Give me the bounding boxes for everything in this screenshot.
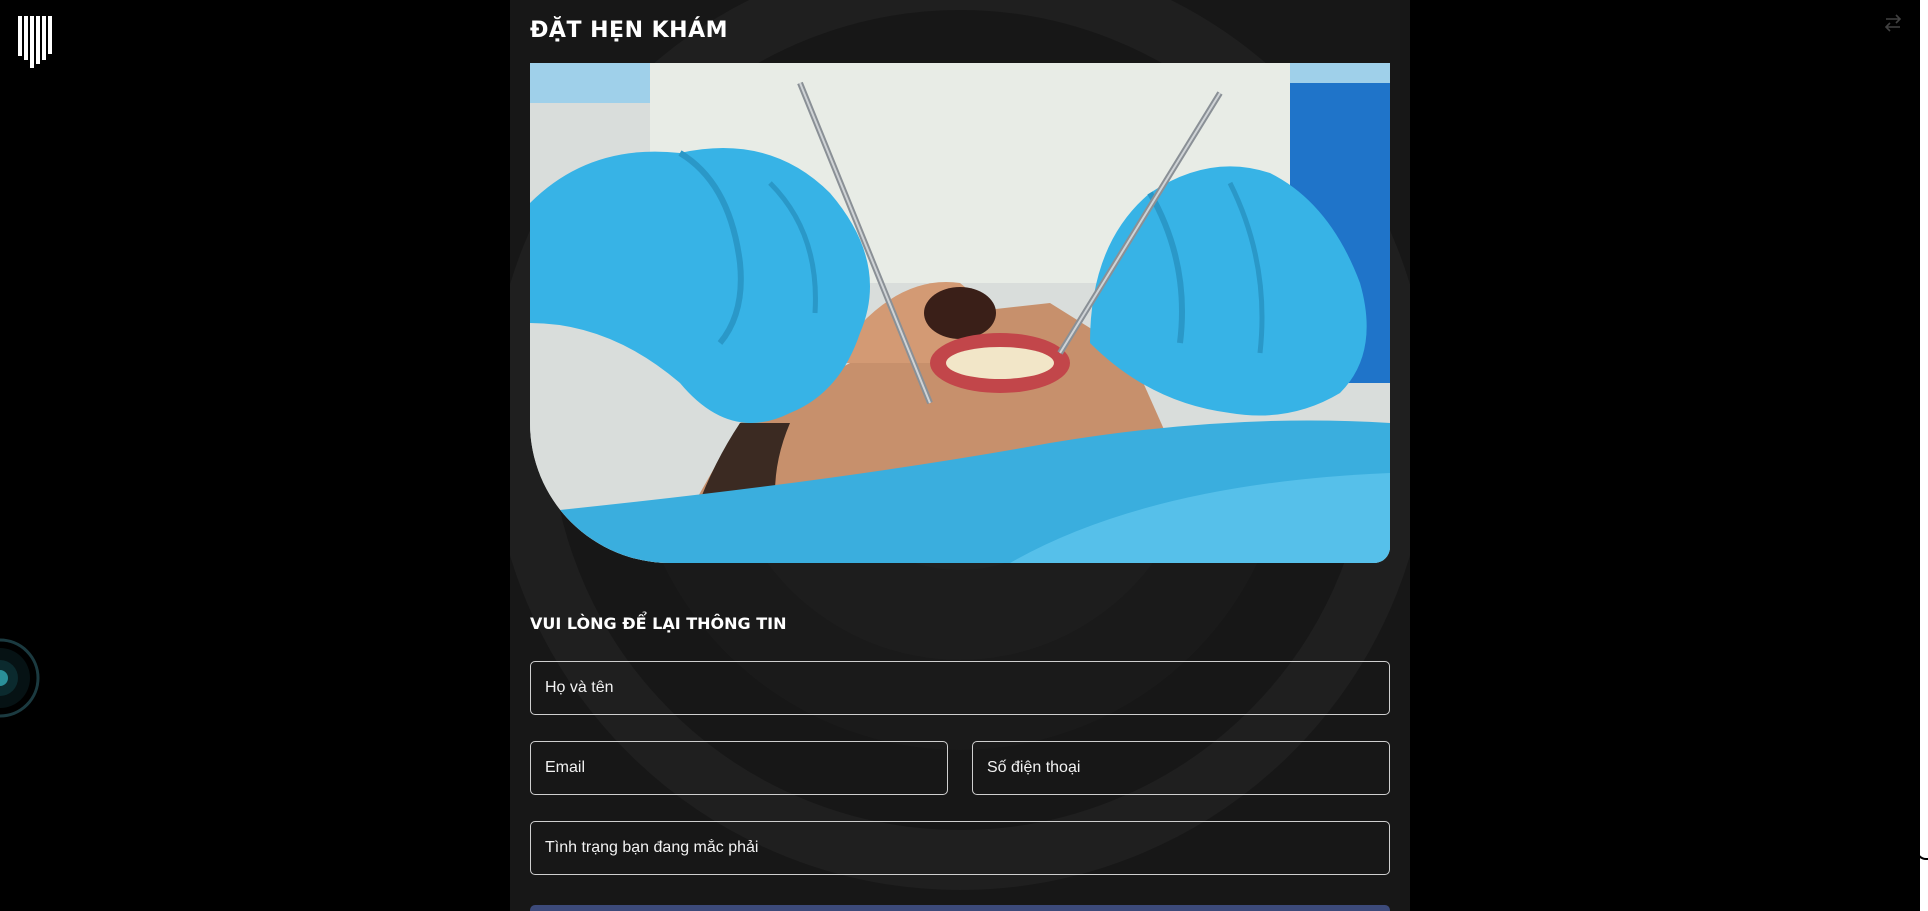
email-input[interactable] xyxy=(530,741,948,795)
submit-button[interactable] xyxy=(530,905,1390,911)
page-title: ĐẶT HẸN KHÁM xyxy=(530,18,729,43)
phone-input[interactable] xyxy=(972,741,1390,795)
edge-notch xyxy=(1916,838,1928,860)
dental-exam-photo xyxy=(530,63,1390,563)
scroll-edge xyxy=(1920,0,1928,911)
orb-icon[interactable] xyxy=(0,637,40,719)
booking-panel: ĐẶT HẸN KHÁM VUI LÒNG ĐỂ LẠI THÔNG TIN H… xyxy=(510,0,1410,911)
full-name-input[interactable] xyxy=(530,661,1390,715)
swap-arrows-icon[interactable] xyxy=(1882,14,1904,32)
bars-logo-icon[interactable] xyxy=(18,16,56,68)
page: ĐẶT HẸN KHÁM VUI LÒNG ĐỂ LẠI THÔNG TIN H… xyxy=(0,0,1928,911)
form-subtitle: VUI LÒNG ĐỂ LẠI THÔNG TIN xyxy=(530,614,787,633)
condition-input[interactable] xyxy=(530,821,1390,875)
